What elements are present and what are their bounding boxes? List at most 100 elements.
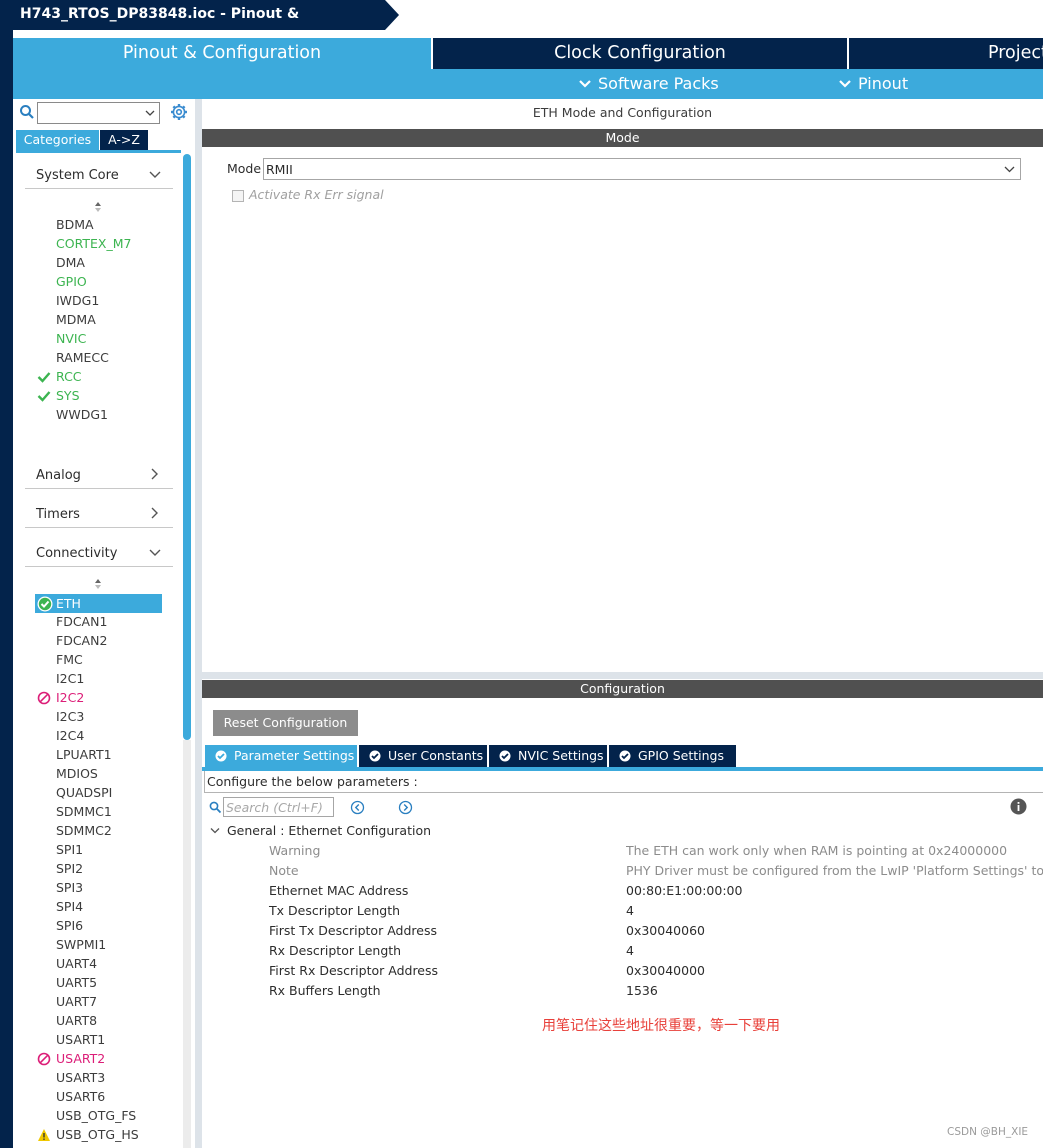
list-item-quadspi[interactable]: QUADSPI <box>56 783 112 802</box>
list-item-cortex-m7[interactable]: CORTEX_M7 <box>56 234 131 253</box>
list-item-nvic[interactable]: NVIC <box>56 329 86 348</box>
pinout-menu-label: Pinout <box>858 74 909 93</box>
tab-parameter-settings[interactable]: Parameter Settings <box>205 745 357 767</box>
next-match-icon[interactable] <box>398 800 413 815</box>
list-item-sdmmc2[interactable]: SDMMC2 <box>56 821 112 840</box>
gear-icon[interactable] <box>170 103 188 121</box>
list-item-uart8[interactable]: UART8 <box>56 1011 97 1030</box>
list-item-spi1[interactable]: SPI1 <box>56 840 83 859</box>
group-analog[interactable]: Analog <box>25 463 173 489</box>
list-item-iwdg1[interactable]: IWDG1 <box>56 291 99 310</box>
section-splitter[interactable] <box>202 672 1043 679</box>
param-name-tx-descriptor-length[interactable]: Tx Descriptor Length <box>269 903 400 918</box>
list-item-usart2[interactable]: USART2 <box>56 1049 105 1068</box>
category-scrollbar-thumb[interactable] <box>183 154 191 740</box>
list-item-mdios[interactable]: MDIOS <box>56 764 98 783</box>
list-item-i2c2[interactable]: I2C2 <box>56 688 84 707</box>
list-item-spi4[interactable]: SPI4 <box>56 897 83 916</box>
param-value-mac-address[interactable]: 00:80:E1:00:00:00 <box>626 883 1043 898</box>
list-item-i2c4[interactable]: I2C4 <box>56 726 84 745</box>
param-name-first-rx-descriptor-address[interactable]: First Rx Descriptor Address <box>269 963 438 978</box>
sort-icon[interactable] <box>93 201 103 213</box>
tab-user-constants[interactable]: User Constants <box>359 745 487 767</box>
pinout-menu[interactable]: Pinout <box>838 69 908 99</box>
list-item-spi3[interactable]: SPI3 <box>56 878 83 897</box>
list-item-uart4[interactable]: UART4 <box>56 954 97 973</box>
list-item-swpmi1[interactable]: SWPMI1 <box>56 935 106 954</box>
param-name-mac-address[interactable]: Ethernet MAC Address <box>269 883 408 898</box>
param-value-note: PHY Driver must be configured from the L… <box>626 863 1043 878</box>
list-item-rcc[interactable]: RCC <box>56 367 82 386</box>
param-value-first-rx-descriptor-address[interactable]: 0x30040000 <box>626 963 1043 978</box>
list-item-i2c3[interactable]: I2C3 <box>56 707 84 726</box>
sort-icon[interactable] <box>93 578 103 590</box>
category-panel: Categories A->Z System Core BDMA CORTEX_… <box>13 99 200 1148</box>
general-ethernet-group[interactable]: General : Ethernet Configuration <box>227 823 431 838</box>
list-item-fmc[interactable]: FMC <box>56 650 83 669</box>
list-item-usart6[interactable]: USART6 <box>56 1087 105 1106</box>
list-item-lpuart1[interactable]: LPUART1 <box>56 745 112 764</box>
param-value-rx-descriptor-length[interactable]: 4 <box>626 943 1043 958</box>
param-name-first-tx-descriptor-address[interactable]: First Tx Descriptor Address <box>269 923 437 938</box>
chevron-down-icon <box>579 80 591 88</box>
param-name-note: Note <box>269 863 299 878</box>
breadcrumb-file[interactable]: H743_RTOS_DP83848.ioc - Pinout & Configu… <box>0 0 384 50</box>
tab-nvic-settings[interactable]: NVIC Settings <box>489 745 607 767</box>
list-item-uart5[interactable]: UART5 <box>56 973 97 992</box>
list-item-spi2[interactable]: SPI2 <box>56 859 83 878</box>
list-item-dma[interactable]: DMA <box>56 253 85 272</box>
param-value-first-tx-descriptor-address[interactable]: 0x30040060 <box>626 923 1043 938</box>
category-search-input[interactable] <box>37 102 160 124</box>
no-entry-icon <box>37 1052 51 1066</box>
tab-gpio-settings-label: GPIO Settings <box>638 748 724 763</box>
chevron-down-icon <box>149 549 161 556</box>
chevron-down-icon <box>839 80 851 88</box>
list-item-mdma[interactable]: MDMA <box>56 310 96 329</box>
list-item-spi6[interactable]: SPI6 <box>56 916 83 935</box>
previous-match-icon[interactable] <box>350 800 365 815</box>
category-scrollbar-track[interactable] <box>183 740 191 1148</box>
chevron-down-icon[interactable] <box>210 826 220 836</box>
list-item-gpio[interactable]: GPIO <box>56 272 87 291</box>
list-item-uart7[interactable]: UART7 <box>56 992 97 1011</box>
search-icon <box>209 801 222 814</box>
list-item-usb-otg-fs[interactable]: USB_OTG_FS <box>56 1106 136 1125</box>
tab-categories[interactable]: Categories <box>16 130 99 150</box>
reset-configuration-button[interactable]: Reset Configuration <box>213 710 358 736</box>
tab-gpio-settings[interactable]: GPIO Settings <box>609 745 736 767</box>
tab-project-manager[interactable]: Project <box>849 38 1043 69</box>
list-item-usart3[interactable]: USART3 <box>56 1068 105 1087</box>
param-value-warning: The ETH can work only when RAM is pointi… <box>626 843 1008 858</box>
list-item-usb-otg-hs[interactable]: USB_OTG_HS <box>56 1125 139 1144</box>
panel-splitter[interactable] <box>195 99 202 1148</box>
list-item-sdmmc1[interactable]: SDMMC1 <box>56 802 112 821</box>
list-item-sys[interactable]: SYS <box>56 386 80 405</box>
param-name-rx-buffers-length[interactable]: Rx Buffers Length <box>269 983 381 998</box>
list-item-i2c1[interactable]: I2C1 <box>56 669 84 688</box>
rx-err-checkbox[interactable] <box>232 190 244 202</box>
group-connectivity[interactable]: Connectivity <box>25 541 173 567</box>
software-packs-menu[interactable]: Software Packs <box>578 69 719 99</box>
list-item-ramecc[interactable]: RAMECC <box>56 348 109 367</box>
list-item-fdcan1[interactable]: FDCAN1 <box>56 612 107 631</box>
list-item-eth[interactable]: ETH <box>35 594 162 613</box>
mode-select-value: RMII <box>266 162 293 177</box>
mode-select[interactable]: RMII <box>263 158 1021 180</box>
param-name-rx-descriptor-length[interactable]: Rx Descriptor Length <box>269 943 401 958</box>
param-value-tx-descriptor-length[interactable]: 4 <box>626 903 1043 918</box>
info-icon[interactable] <box>1010 798 1027 815</box>
list-item-usart1[interactable]: USART1 <box>56 1030 105 1049</box>
tab-a-to-z[interactable]: A->Z <box>100 130 148 150</box>
tab-pinout-configuration[interactable]: Pinout & Configuration <box>13 38 431 69</box>
tab-clock-configuration[interactable]: Clock Configuration <box>433 38 847 69</box>
group-system-core[interactable]: System Core <box>25 163 173 189</box>
parameter-search-input[interactable]: Search (Ctrl+F) <box>223 797 334 817</box>
group-timers[interactable]: Timers <box>25 502 173 528</box>
check-circle-icon <box>499 750 511 762</box>
list-item-bdma[interactable]: BDMA <box>56 215 94 234</box>
list-item-fdcan2[interactable]: FDCAN2 <box>56 631 107 650</box>
tab-user-constants-label: User Constants <box>388 748 484 763</box>
param-value-rx-buffers-length[interactable]: 1536 <box>626 983 1043 998</box>
list-item-wwdg1[interactable]: WWDG1 <box>56 405 108 424</box>
tab-parameter-settings-label: Parameter Settings <box>234 748 355 763</box>
